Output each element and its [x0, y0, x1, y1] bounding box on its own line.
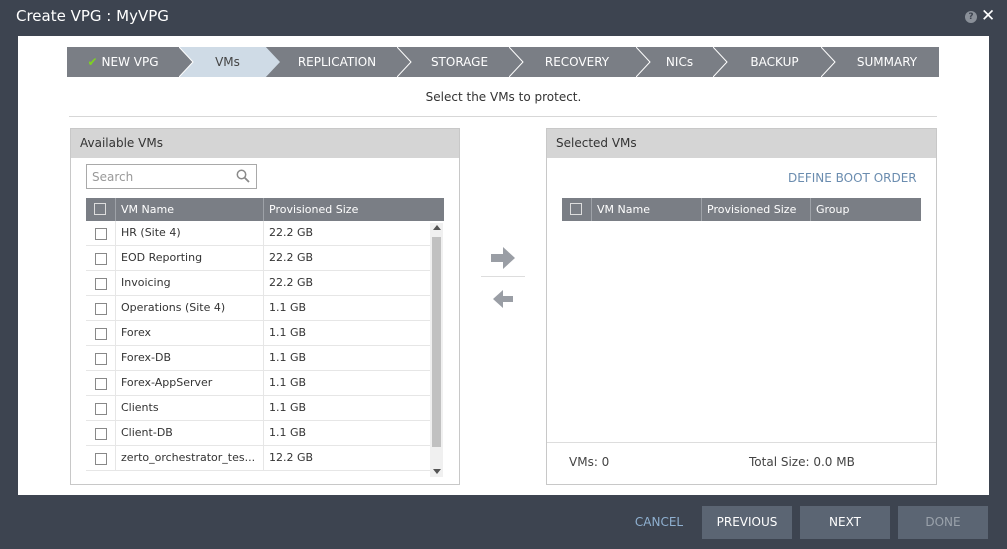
vm-name: zerto_orchestrator_tes...	[115, 446, 263, 470]
table-row[interactable]: Forex 1.1 GB	[86, 321, 430, 346]
row-checkbox[interactable]	[95, 453, 107, 465]
step-label: NEW VPG	[101, 55, 159, 69]
search-icon	[236, 169, 250, 183]
panel-footer-divider	[547, 442, 936, 443]
arrow-divider	[481, 276, 525, 277]
row-checkbox[interactable]	[95, 378, 107, 390]
move-left-arrow-icon[interactable]	[493, 290, 513, 308]
table-row[interactable]: HR (Site 4) 22.2 GB	[86, 221, 430, 246]
step-vms[interactable]: VMs	[179, 47, 276, 77]
table-row[interactable]: Invoicing 22.2 GB	[86, 271, 430, 296]
vm-size: 1.1 GB	[263, 296, 430, 320]
step-recovery[interactable]: RECOVERY	[522, 47, 632, 77]
window-title: Create VPG : MyVPG	[16, 7, 169, 25]
available-vms-header: Available VMs	[71, 129, 459, 158]
selected-vms-panel: Selected VMs DEFINE BOOT ORDER VM Name P…	[546, 128, 937, 485]
vm-name: Forex-AppServer	[115, 371, 263, 395]
table-row[interactable]: EOD Reporting 22.2 GB	[86, 246, 430, 271]
vm-name: Client-DB	[115, 421, 263, 445]
row-checkbox[interactable]	[95, 303, 107, 315]
table-row[interactable]: Operations (Site 4) 1.1 GB	[86, 296, 430, 321]
column-provisioned-size[interactable]: Provisioned Size	[263, 198, 444, 221]
vm-name: HR (Site 4)	[115, 221, 263, 245]
row-checkbox[interactable]	[95, 253, 107, 265]
done-button[interactable]: DONE	[898, 506, 988, 539]
wizard-steps: ✔ NEW VPG VMs REPLICATION STORAGE RECOVER…	[67, 47, 939, 77]
vm-size: 1.1 GB	[263, 321, 430, 345]
question-circle-icon[interactable]: ?	[965, 11, 977, 23]
table-row[interactable]: Forex-AppServer 1.1 GB	[86, 371, 430, 396]
checkmark-icon: ✔	[87, 55, 98, 69]
available-vms-panel: Available VMs Search VM Name Provisioned…	[70, 128, 460, 485]
define-boot-order-link[interactable]: DEFINE BOOT ORDER	[788, 171, 917, 185]
previous-button[interactable]: PREVIOUS	[702, 506, 792, 539]
dialog-content: ✔ NEW VPG VMs REPLICATION STORAGE RECOVER…	[18, 36, 989, 495]
vm-size: 12.2 GB	[263, 446, 430, 470]
instruction-text: Select the VMs to protect.	[425, 90, 582, 104]
table-row[interactable]: Client-DB 1.1 GB	[86, 421, 430, 446]
search-input[interactable]: Search	[86, 164, 257, 189]
scroll-up-arrow-icon[interactable]	[433, 225, 441, 230]
select-all-checkbox[interactable]	[94, 203, 106, 215]
close-icon[interactable]: ✕	[981, 6, 995, 26]
column-vm-name[interactable]: VM Name	[115, 198, 263, 221]
scroll-thumb[interactable]	[432, 237, 441, 447]
available-table-header: VM Name Provisioned Size	[86, 198, 444, 221]
scroll-down-arrow-icon[interactable]	[433, 469, 441, 474]
row-checkbox[interactable]	[95, 228, 107, 240]
selected-vms-header: Selected VMs	[547, 129, 936, 158]
row-checkbox[interactable]	[95, 328, 107, 340]
row-checkbox[interactable]	[95, 278, 107, 290]
vm-size: 1.1 GB	[263, 421, 430, 445]
step-separator	[636, 47, 651, 77]
step-summary[interactable]: SUMMARY	[837, 47, 937, 77]
step-new-vpg[interactable]: ✔ NEW VPG	[67, 47, 179, 77]
column-provisioned-size[interactable]: Provisioned Size	[701, 198, 810, 221]
row-checkbox[interactable]	[95, 428, 107, 440]
vm-size: 1.1 GB	[263, 346, 430, 370]
vm-name: Forex	[115, 321, 263, 345]
vms-count: VMs: 0	[569, 455, 610, 469]
step-replication[interactable]: REPLICATION	[282, 47, 392, 77]
vm-size: 22.2 GB	[263, 221, 430, 245]
row-checkbox[interactable]	[95, 403, 107, 415]
step-nics[interactable]: NICs	[652, 47, 707, 77]
title-bar: Create VPG : MyVPG ? ✕	[0, 0, 1007, 35]
search-placeholder: Search	[92, 170, 134, 184]
vm-name: Invoicing	[115, 271, 263, 295]
vm-name: Forex-DB	[115, 346, 263, 370]
table-row[interactable]: zerto_orchestrator_tes... 12.2 GB	[86, 446, 430, 471]
selected-table-header: VM Name Provisioned Size Group	[562, 198, 921, 221]
cancel-button[interactable]: CANCEL	[626, 506, 692, 539]
column-vm-name[interactable]: VM Name	[591, 198, 701, 221]
table-row[interactable]: Forex-DB 1.1 GB	[86, 346, 430, 371]
vm-name: EOD Reporting	[115, 246, 263, 270]
vm-name: Clients	[115, 396, 263, 420]
next-button[interactable]: NEXT	[800, 506, 890, 539]
column-group[interactable]: Group	[810, 198, 921, 221]
vm-name: Operations (Site 4)	[115, 296, 263, 320]
step-backup[interactable]: BACKUP	[727, 47, 822, 77]
vm-size: 22.2 GB	[263, 271, 430, 295]
available-vms-list: HR (Site 4) 22.2 GB EOD Reporting 22.2 G…	[86, 221, 444, 479]
move-right-arrow-icon[interactable]	[491, 247, 515, 269]
step-separator	[821, 47, 836, 77]
step-storage[interactable]: STORAGE	[407, 47, 512, 77]
table-row[interactable]: Clients 1.1 GB	[86, 396, 430, 421]
total-size: Total Size: 0.0 MB	[749, 455, 855, 469]
select-all-checkbox[interactable]	[570, 203, 582, 215]
vm-size: 22.2 GB	[263, 246, 430, 270]
vm-size: 1.1 GB	[263, 396, 430, 420]
divider	[69, 116, 937, 117]
vm-size: 1.1 GB	[263, 371, 430, 395]
row-checkbox[interactable]	[95, 353, 107, 365]
scrollbar[interactable]	[430, 223, 443, 477]
